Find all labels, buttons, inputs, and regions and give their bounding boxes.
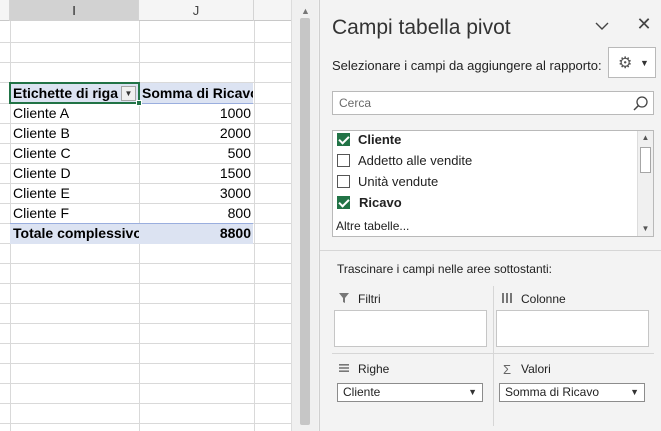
area-divider bbox=[332, 353, 654, 354]
dropdown-arrow-icon[interactable]: ▼ bbox=[630, 384, 639, 401]
gridline bbox=[0, 423, 291, 424]
checkbox[interactable] bbox=[337, 174, 350, 188]
tools-button[interactable]: ⚙ ▼ bbox=[608, 47, 656, 78]
rows-label: Righe bbox=[358, 362, 390, 376]
rows-icon bbox=[337, 362, 351, 377]
field-item-cliente[interactable]: Cliente bbox=[337, 131, 402, 149]
pivot-row-label[interactable]: Cliente E bbox=[10, 183, 139, 203]
gridline bbox=[0, 283, 291, 284]
pivot-value-header[interactable]: Somma di Ricavo bbox=[141, 83, 253, 103]
scrollbar-thumb[interactable] bbox=[640, 147, 651, 173]
more-tables-link[interactable]: Altre tabelle... bbox=[336, 219, 409, 233]
pivot-row-value[interactable]: 3000 bbox=[139, 183, 254, 203]
dropdown-arrow-icon: ▼ bbox=[640, 58, 649, 68]
column-header-next[interactable] bbox=[254, 0, 291, 21]
gridline bbox=[0, 383, 291, 384]
column-headers: I J bbox=[0, 0, 291, 21]
fill-handle[interactable] bbox=[136, 100, 142, 106]
field-list[interactable]: Cliente Addetto alle vendite Unità vendu… bbox=[332, 130, 654, 237]
filters-label: Filtri bbox=[358, 292, 381, 306]
columns-area-header: Colonne bbox=[500, 289, 566, 309]
pivot-row-label[interactable]: Cliente A bbox=[10, 103, 139, 123]
drag-fields-label: Trascinare i campi nelle aree sottostant… bbox=[337, 262, 552, 276]
filters-area-header: Filtri bbox=[337, 289, 381, 309]
field-item-addetto[interactable]: Addetto alle vendite bbox=[337, 150, 472, 170]
columns-drop-zone[interactable] bbox=[496, 310, 649, 347]
filter-icon bbox=[337, 292, 351, 307]
column-header-prev[interactable] bbox=[0, 0, 10, 21]
field-label: Ricavo bbox=[359, 194, 402, 210]
values-field-pill[interactable]: Somma di Ricavo ▼ bbox=[499, 383, 645, 402]
scroll-up-icon[interactable]: ▲ bbox=[301, 6, 310, 16]
pivot-row-value[interactable]: 1000 bbox=[139, 103, 254, 123]
pivot-total-value[interactable]: 8800 bbox=[139, 223, 254, 243]
checkbox-checked[interactable] bbox=[337, 132, 350, 146]
checkbox[interactable] bbox=[337, 153, 350, 167]
rows-field-label: Cliente bbox=[343, 385, 381, 399]
columns-icon bbox=[500, 292, 514, 307]
gear-icon: ⚙ bbox=[618, 55, 633, 72]
excel-window: I J Etichette di riga Somma di Ricavo Cl… bbox=[0, 0, 661, 431]
area-separator bbox=[493, 286, 494, 426]
gridline bbox=[0, 42, 291, 43]
dropdown-arrow-icon[interactable]: ▼ bbox=[468, 384, 477, 401]
gridline bbox=[0, 363, 291, 364]
field-list-scrollbar[interactable]: ▲ ▼ bbox=[637, 131, 653, 236]
gridline bbox=[0, 403, 291, 404]
row-label-filter-button[interactable]: ▼ bbox=[121, 86, 136, 101]
pane-divider bbox=[320, 250, 661, 251]
worksheet-grid[interactable]: I J Etichette di riga Somma di Ricavo Cl… bbox=[0, 0, 291, 431]
pivot-row-label[interactable]: Cliente B bbox=[10, 123, 139, 143]
gridline bbox=[0, 343, 291, 344]
gridline bbox=[0, 323, 291, 324]
rows-field-pill[interactable]: Cliente ▼ bbox=[337, 383, 483, 402]
gridline bbox=[0, 263, 291, 264]
pivot-row-value[interactable]: 500 bbox=[139, 143, 254, 163]
field-label: Cliente bbox=[358, 131, 402, 147]
filters-drop-zone[interactable] bbox=[334, 310, 487, 347]
field-label: Addetto alle vendite bbox=[358, 152, 473, 168]
pivot-total-label[interactable]: Totale complessivo bbox=[10, 223, 139, 243]
pivot-row-value[interactable]: 2000 bbox=[139, 123, 254, 143]
field-label: Unità vendute bbox=[358, 173, 439, 189]
scrollbar-thumb[interactable] bbox=[300, 18, 310, 425]
pane-title: Campi tabella pivot bbox=[332, 16, 511, 39]
gridline bbox=[0, 62, 291, 63]
vertical-scrollbar[interactable]: ▲ bbox=[291, 0, 318, 431]
rows-drop-zone[interactable]: Cliente ▼ bbox=[334, 376, 487, 413]
pivot-row-value[interactable]: 1500 bbox=[139, 163, 254, 183]
field-item-ricavo[interactable]: Ricavo bbox=[337, 192, 402, 212]
column-header-i[interactable]: I bbox=[10, 0, 139, 21]
close-icon[interactable]: ✕ bbox=[634, 14, 654, 35]
gridline bbox=[0, 303, 291, 304]
search-input[interactable] bbox=[339, 95, 619, 111]
values-field-label: Somma di Ricavo bbox=[505, 385, 600, 399]
scroll-up-icon[interactable]: ▲ bbox=[638, 131, 653, 145]
chevron-down-icon[interactable] bbox=[592, 16, 612, 36]
pivot-row-label[interactable]: Cliente D bbox=[10, 163, 139, 183]
search-box[interactable] bbox=[332, 91, 654, 115]
checkbox-checked[interactable] bbox=[337, 195, 350, 209]
pivot-row-value[interactable]: 800 bbox=[139, 203, 254, 223]
choose-fields-label: Selezionare i campi da aggiungere al rap… bbox=[332, 58, 602, 73]
pivot-row-label[interactable]: Cliente C bbox=[10, 143, 139, 163]
scroll-down-icon[interactable]: ▼ bbox=[638, 222, 653, 236]
pivot-row-label[interactable]: Cliente F bbox=[10, 203, 139, 223]
search-icon[interactable] bbox=[632, 95, 649, 112]
pivot-fields-pane: Campi tabella pivot ✕ Selezionare i camp… bbox=[319, 0, 661, 431]
columns-label: Colonne bbox=[521, 292, 566, 306]
values-drop-zone[interactable]: Somma di Ricavo ▼ bbox=[496, 376, 649, 413]
column-header-j[interactable]: J bbox=[139, 0, 254, 21]
sigma-icon: Σ bbox=[502, 361, 512, 377]
values-label: Valori bbox=[521, 362, 551, 376]
field-item-unita[interactable]: Unità vendute bbox=[337, 171, 438, 191]
